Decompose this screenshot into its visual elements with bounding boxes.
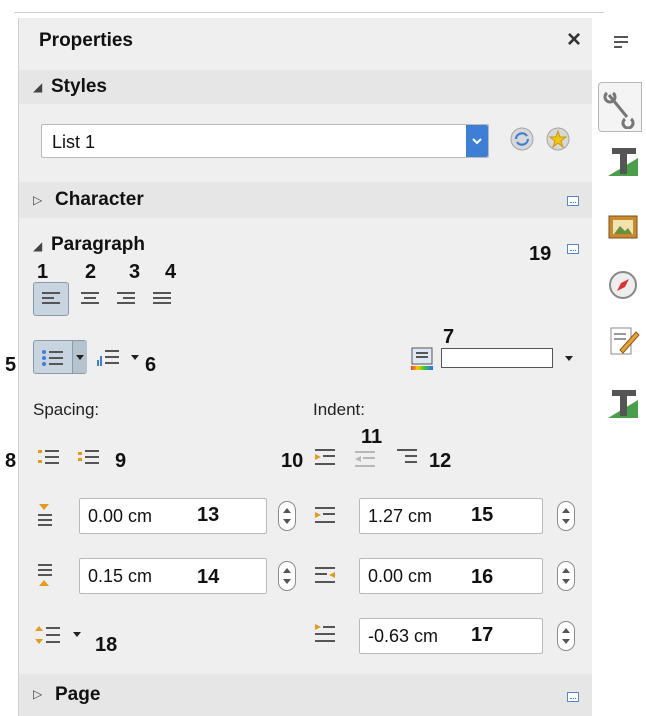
styles-header: Styles: [51, 76, 107, 97]
callout-15: 15: [471, 504, 494, 526]
new-style-icon[interactable]: [545, 126, 571, 152]
callout-18: 18: [95, 634, 118, 656]
after-indent-value: 0.00 cm: [368, 566, 433, 586]
before-indent-spinner[interactable]: [557, 501, 575, 531]
callout-13: 13: [197, 504, 220, 526]
properties-panel: Properties × ◢ Styles List 1 ▷ Character…: [5, 18, 593, 716]
align-center-icon[interactable]: [81, 292, 99, 307]
spacing-label: Spacing:: [33, 400, 100, 419]
styles-section-header[interactable]: ◢ Styles: [19, 70, 593, 104]
callout-5: 5: [5, 354, 17, 376]
decrease-paragraph-spacing-icon[interactable]: [77, 446, 101, 470]
line-spacing-icon[interactable]: [35, 622, 65, 648]
styles-icon[interactable]: [606, 144, 640, 178]
collapse-triangle-icon: ◢: [33, 80, 43, 94]
align-left-icon: [42, 292, 60, 307]
after-indent-field[interactable]: 0.00 cm: [359, 558, 543, 594]
first-line-indent-spinner[interactable]: [557, 621, 575, 651]
below-spacing-field[interactable]: 0.15 cm: [79, 558, 267, 594]
style-dropdown-value: List 1: [52, 132, 96, 152]
above-spacing-field[interactable]: 0.00 cm: [79, 498, 267, 534]
increase-indent-icon[interactable]: [313, 446, 337, 470]
properties-tab[interactable]: [598, 82, 642, 132]
more-options-icon[interactable]: [567, 196, 579, 206]
page-styles-icon[interactable]: [606, 386, 640, 420]
first-line-indent-value: -0.63 cm: [368, 626, 439, 646]
callout-8: 8: [5, 450, 17, 472]
justify-icon[interactable]: [153, 292, 171, 307]
numbered-list-dropdown-icon[interactable]: [131, 355, 139, 360]
page-section-header[interactable]: ▷ Page: [19, 674, 593, 716]
update-style-icon[interactable]: [509, 126, 535, 152]
callout-9: 9: [115, 450, 127, 472]
gallery-icon[interactable]: [606, 208, 640, 242]
callout-3: 3: [129, 261, 141, 283]
below-paragraph-spacing-icon: [38, 564, 52, 586]
chevron-down-icon[interactable]: [466, 125, 488, 157]
hanging-indent-icon[interactable]: [395, 446, 419, 470]
callout-2: 2: [85, 261, 97, 283]
chevron-down-icon: [76, 355, 84, 360]
paragraph-background-color-icon: [411, 347, 433, 370]
numbered-list-icon[interactable]: [95, 342, 125, 372]
indent-label: Indent:: [313, 400, 365, 419]
callout-14: 14: [197, 566, 220, 588]
increase-paragraph-spacing-icon[interactable]: [37, 446, 61, 470]
above-spacing-spinner[interactable]: [278, 501, 296, 531]
top-border: [14, 12, 604, 13]
more-options-icon[interactable]: [567, 692, 579, 702]
callout-19: 19: [529, 243, 552, 265]
page-header: Page: [55, 684, 101, 705]
expand-triangle-icon: ▷: [33, 687, 43, 701]
callout-12: 12: [429, 450, 452, 472]
callout-1: 1: [37, 261, 49, 283]
callout-11: 11: [361, 426, 383, 448]
close-button[interactable]: ×: [567, 26, 581, 54]
before-indent-field[interactable]: 1.27 cm: [359, 498, 543, 534]
above-spacing-value: 0.00 cm: [88, 506, 153, 526]
style-dropdown[interactable]: List 1: [41, 124, 489, 158]
callout-17: 17: [471, 624, 494, 646]
decrease-indent-icon[interactable]: [353, 448, 377, 472]
properties-icon: [603, 91, 635, 130]
align-right-icon[interactable]: [117, 292, 135, 307]
bullet-list-dropdown[interactable]: [72, 341, 87, 373]
after-text-indent-icon: [315, 567, 335, 583]
callout-16: 16: [471, 566, 494, 588]
paragraph-section-header[interactable]: ◢ Paragraph: [19, 230, 593, 260]
callout-10: 10: [281, 450, 304, 472]
callout-6: 6: [145, 354, 157, 376]
first-line-indent-icon: [315, 624, 335, 642]
background-color-dropdown[interactable]: [441, 348, 553, 368]
below-spacing-value: 0.15 cm: [88, 566, 153, 586]
align-left-button[interactable]: [33, 282, 69, 316]
before-text-indent-icon: [315, 507, 335, 523]
expand-triangle-icon: ▷: [33, 193, 43, 207]
first-line-indent-field[interactable]: -0.63 cm: [359, 618, 543, 654]
sidebar-menu-icon[interactable]: [614, 36, 628, 50]
navigator-icon[interactable]: [606, 268, 640, 302]
character-section-header[interactable]: ▷ Character: [19, 182, 593, 218]
after-indent-spinner[interactable]: [557, 561, 575, 591]
collapse-triangle-icon: ◢: [33, 239, 43, 253]
character-header: Character: [55, 189, 144, 210]
callout-4: 4: [165, 261, 177, 283]
below-spacing-spinner[interactable]: [278, 561, 296, 591]
line-spacing-dropdown-icon[interactable]: [73, 632, 81, 637]
panel-title: Properties: [39, 30, 133, 51]
above-paragraph-spacing-icon: [38, 504, 52, 526]
callout-7: 7: [443, 326, 455, 348]
manage-changes-icon[interactable]: [606, 324, 640, 358]
unordered-list-button[interactable]: [33, 340, 87, 374]
paragraph-more-options-icon[interactable]: [567, 244, 579, 254]
chevron-down-icon[interactable]: [565, 356, 573, 361]
bullet-list-icon: [42, 350, 63, 366]
paragraph-header: Paragraph: [51, 234, 145, 255]
before-indent-value: 1.27 cm: [368, 506, 433, 526]
